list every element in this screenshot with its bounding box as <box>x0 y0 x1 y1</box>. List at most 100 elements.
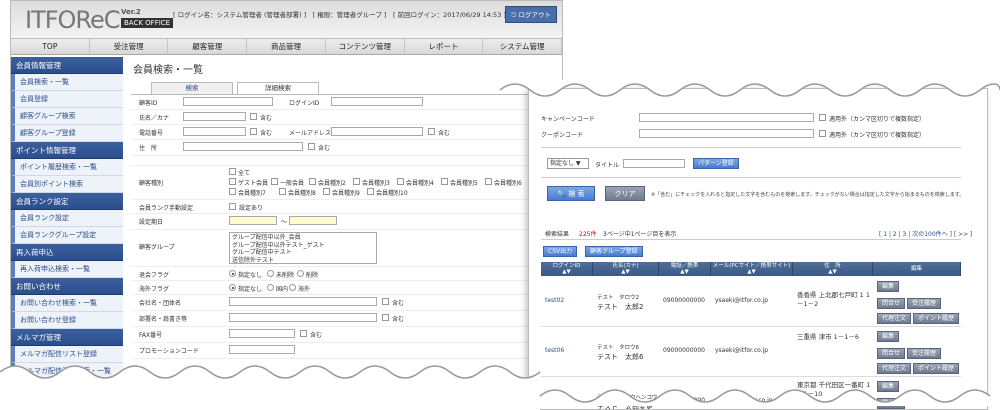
customer-id-input[interactable] <box>183 97 273 106</box>
row-login-id[interactable]: test02 <box>545 297 564 304</box>
overseas-radio-none[interactable] <box>229 284 236 291</box>
email-contains-checkbox[interactable] <box>428 128 435 135</box>
search-button[interactable]: 🔍 検 索 <box>547 186 595 201</box>
sidebar-item-group-register[interactable]: 顧客グループ登録 <box>11 125 123 142</box>
sidebar-item-mailmag-list[interactable]: メルマガ配信リスト登録 <box>11 346 123 363</box>
type-checkbox[interactable] <box>367 188 374 195</box>
col-address[interactable]: 住 所 ▲▼ <box>793 262 873 276</box>
order-history-button[interactable]: 受注履歴 <box>907 348 942 359</box>
sidebar-item-point-history[interactable]: ポイント履歴検索・一覧 <box>11 159 123 176</box>
label-customer-id: 顧客ID <box>139 100 158 107</box>
nav-contents[interactable]: コンテンツ管理 <box>326 39 405 54</box>
nav-reports[interactable]: レポート <box>405 39 484 54</box>
row-rank-manual: 会員ランク手動設定 設定あり <box>131 200 561 214</box>
csv-export-button[interactable]: CSV出力 <box>543 246 578 257</box>
nav-system[interactable]: システム管理 <box>483 39 562 54</box>
sidebar-item-rank-group-settings[interactable]: 会員ランクグループ設定 <box>11 227 123 244</box>
logout-button[interactable]: ⎋ ログアウト <box>505 6 557 23</box>
type-checkbox[interactable] <box>397 178 404 185</box>
period-from-input[interactable] <box>229 216 277 225</box>
group-option[interactable]: グループ配信中以外テスト_ゲスト <box>232 242 374 250</box>
company-contains-checkbox[interactable] <box>382 298 389 305</box>
nav-products[interactable]: 商品管理 <box>247 39 326 54</box>
type-checkbox[interactable] <box>441 178 448 185</box>
row-name: 氏名／カナ 含む <box>131 110 561 125</box>
campaign-exclude-checkbox[interactable] <box>819 114 826 121</box>
withdraw-radio-none[interactable] <box>229 270 236 277</box>
pattern-select[interactable]: 指定なし ▼ <box>547 158 589 169</box>
withdraw-radio-undeleted[interactable] <box>267 270 274 277</box>
col-name-kana[interactable]: 氏名(カナ) ▲▼ <box>593 262 659 276</box>
type-checkbox[interactable] <box>271 178 278 185</box>
label-email: メールアドレス <box>289 130 332 137</box>
title-input[interactable] <box>623 159 685 168</box>
group-option[interactable]: 送信除外テスト <box>232 257 374 264</box>
type-checkbox[interactable] <box>485 178 492 185</box>
email-input[interactable] <box>331 127 423 136</box>
period-to-input[interactable] <box>289 216 337 225</box>
coupon-exclude-checkbox[interactable] <box>819 130 826 137</box>
row-login-id[interactable]: test06 <box>545 347 564 354</box>
fax-input[interactable] <box>229 329 295 338</box>
department-contains-checkbox[interactable] <box>382 314 389 321</box>
login-id-input[interactable] <box>331 97 423 106</box>
edit-button[interactable]: 編集 <box>877 331 900 342</box>
clear-button[interactable]: クリア <box>605 186 645 201</box>
overseas-radio-overseas[interactable] <box>289 284 296 291</box>
phone-input[interactable] <box>183 127 246 136</box>
pagination[interactable]: [ 1 | 2 | 3 | 次の100件へ ] [ >> ] <box>879 229 972 238</box>
results-screen: キャンペーンコード 適用外（カンマ区切りで複数指定） クーポンコード 適用外（カ… <box>528 88 988 410</box>
sidebar-item-rank-settings[interactable]: 会員ランク設定 <box>11 210 123 227</box>
col-email[interactable]: メール(PCサイト／携帯サイト) ▲▼ <box>711 262 793 276</box>
coupon-code-input[interactable] <box>639 129 814 138</box>
row-email[interactable]: ysaeki@itfor.co.jp <box>715 347 768 354</box>
edit-button[interactable]: 編集 <box>877 281 900 292</box>
promo-code-input[interactable] <box>229 345 295 354</box>
group-register-button[interactable]: 顧客グループ登録 <box>585 246 643 257</box>
sidebar-item-inquiry-register[interactable]: お問い合わせ登録 <box>11 312 123 329</box>
nav-customers[interactable]: 顧客管理 <box>168 39 248 54</box>
address-contains-checkbox[interactable] <box>308 143 315 150</box>
col-phone[interactable]: 電話／携帯 ▲▼ <box>659 262 711 276</box>
name-contains-checkbox[interactable] <box>250 113 257 120</box>
address-input[interactable] <box>183 142 303 151</box>
customer-group-listbox[interactable]: グループ配信中以外_会員 グループ配信中以外テスト_ゲスト グループ配信中テスト… <box>229 232 377 264</box>
campaign-code-input[interactable] <box>639 113 814 122</box>
name-input[interactable] <box>183 112 246 121</box>
sidebar-item-group-search[interactable]: 顧客グループ検索 <box>11 108 123 125</box>
point-history-button[interactable]: ポイント履歴 <box>913 313 960 324</box>
label-rank-manual: 会員ランク手動設定 <box>139 205 194 212</box>
type-checkbox[interactable] <box>279 188 286 195</box>
type-checkbox[interactable] <box>229 188 236 195</box>
nav-top[interactable]: TOP <box>11 39 90 54</box>
row-name: テスト 太郎6 <box>597 353 644 361</box>
overseas-radio-domestic[interactable] <box>267 284 274 291</box>
col-login-id[interactable]: ログインID ▲▼ <box>541 262 593 276</box>
sidebar-item-member-points[interactable]: 会員別ポイント検索 <box>11 176 123 193</box>
inquiry-button[interactable]: 問合せ <box>877 298 906 309</box>
type-checkbox[interactable] <box>353 178 360 185</box>
phone-contains-checkbox[interactable] <box>250 128 257 135</box>
company-contains-label: 含む <box>392 300 405 307</box>
group-option[interactable]: グループ配信中テスト <box>232 249 374 257</box>
fax-contains-checkbox[interactable] <box>300 330 307 337</box>
order-history-button[interactable]: 受注履歴 <box>907 298 942 309</box>
pattern-register-button[interactable]: パターン登録 <box>693 158 739 169</box>
type-all-checkbox[interactable] <box>229 168 236 175</box>
row-withdraw-flag: 退会フラグ 指定なし 未削除 削除 <box>131 267 561 281</box>
group-option[interactable]: グループ配信中以外_会員 <box>232 234 374 242</box>
company-input[interactable] <box>229 297 377 306</box>
type-checkbox[interactable] <box>309 178 316 185</box>
row-customer-type: 顧客種別 全て ゲスト会員 一般会員 会員種別2 会員種別3 会員種別4 会員種… <box>131 166 561 200</box>
rank-manual-checkbox[interactable] <box>229 203 236 210</box>
sidebar-item-inquiry-search[interactable]: お問い合わせ検索・一覧 <box>11 295 123 312</box>
inquiry-button[interactable]: 問合せ <box>877 348 906 359</box>
proxy-order-button[interactable]: 代理注文 <box>877 313 912 324</box>
department-input[interactable] <box>229 313 377 322</box>
type-checkbox[interactable] <box>323 188 330 195</box>
type-checkbox[interactable] <box>229 178 236 185</box>
withdraw-radio-deleted[interactable] <box>297 270 304 277</box>
sidebar-item-restock-search[interactable]: 再入荷申込検索・一覧 <box>11 261 123 278</box>
nav-orders[interactable]: 受注管理 <box>90 39 169 54</box>
row-email[interactable]: ysaeki@itfor.co.jp <box>715 297 768 304</box>
